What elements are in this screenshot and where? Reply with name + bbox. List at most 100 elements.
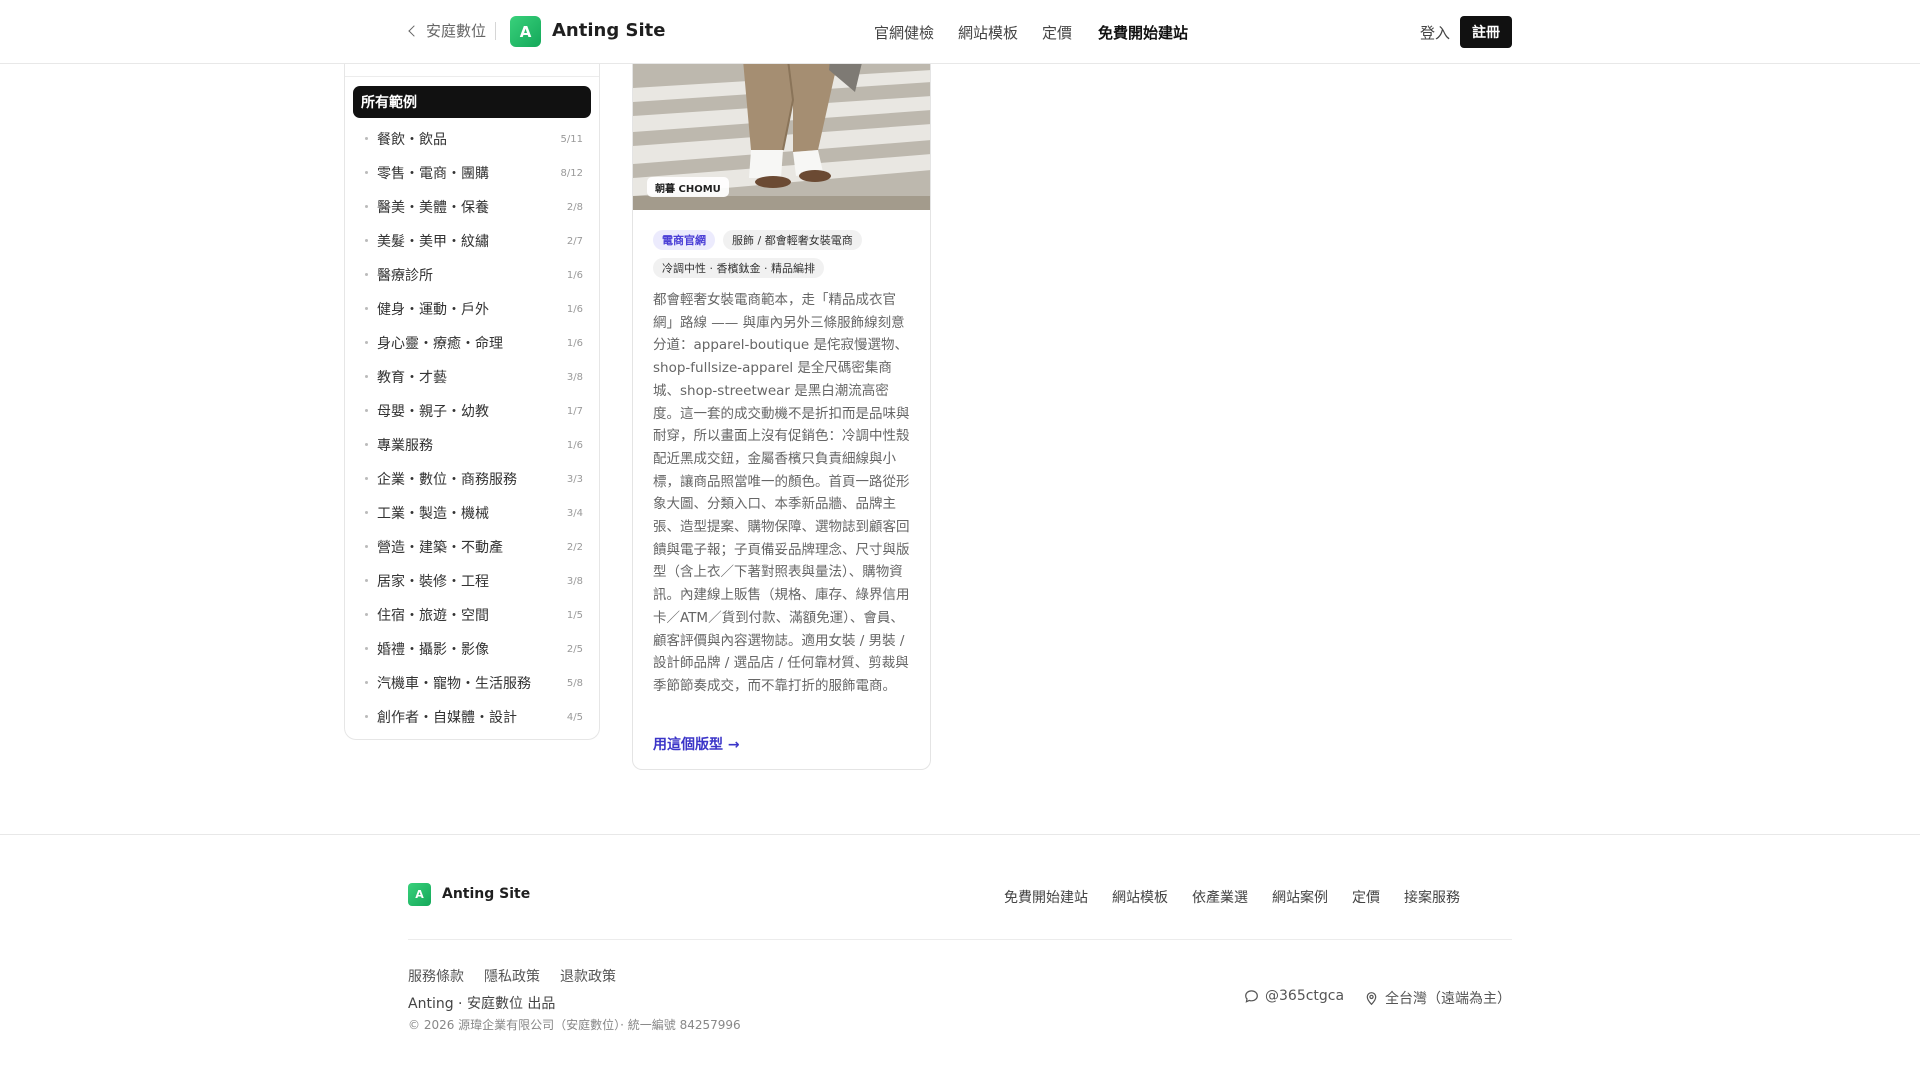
sidebar-item-count: 1/6 (566, 439, 583, 451)
footer-nav-by-industry[interactable]: 依產業選 (1192, 887, 1248, 907)
sidebar-divider (345, 76, 599, 77)
footer-copyright: © 2026 源瑋企業有限公司（安庭數位）· 統一編號 84257996 (408, 1018, 741, 1032)
sidebar-item-count: 1/6 (566, 337, 583, 349)
sidebar-item-count: 1/5 (566, 609, 583, 621)
nav-templates[interactable]: 網站模板 (958, 22, 1018, 43)
sidebar-item[interactable]: 企業・數位・商務服務 3/3 (345, 462, 599, 496)
sidebar-item-label: 餐飲・飲品 (377, 132, 447, 148)
bullet-dot-icon (365, 443, 368, 446)
back-link-label: 安庭數位 (426, 22, 487, 40)
bullet-dot-icon (365, 613, 368, 616)
sidebar-item[interactable]: 汽機車・寵物・生活服務 5/8 (345, 666, 599, 700)
footer-terms-link[interactable]: 服務條款 (408, 966, 464, 986)
sidebar-item[interactable]: 身心靈・療癒・命理 1/6 (345, 326, 599, 360)
sidebar-item-label: 營造・建築・不動產 (377, 540, 503, 556)
register-button[interactable]: 註冊 (1460, 16, 1512, 48)
sidebar-item-count: 1/6 (566, 269, 583, 281)
sidebar-item-label: 居家・裝修・工程 (377, 574, 489, 590)
sidebar-item[interactable]: 創作者・自媒體・設計 4/5 (345, 700, 599, 734)
header-separator (495, 22, 496, 40)
footer-privacy-link[interactable]: 隱私政策 (484, 966, 540, 986)
brand-name[interactable]: Anting Site (552, 20, 665, 41)
template-card[interactable]: 朝暮 CHOMU 電商官網 服飾 / 都會輕奢女裝電商 冷調中性 · 香檳鈦金 · … (632, 0, 931, 770)
footer-nav-templates[interactable]: 網站模板 (1112, 887, 1168, 907)
bullet-dot-icon (365, 477, 368, 480)
bullet-dot-icon (365, 579, 368, 582)
brand-tag-badge: 朝暮 CHOMU (647, 177, 729, 197)
footer-nav-cases[interactable]: 網站案例 (1272, 887, 1328, 907)
sidebar-item[interactable]: 專業服務 1/6 (345, 428, 599, 462)
sidebar-item-label: 汽機車・寵物・生活服務 (377, 676, 531, 692)
sidebar-item-count: 5/11 (560, 133, 583, 145)
footer-credit: Anting · 安庭數位 出品 (408, 996, 556, 1012)
footer-location-label: 全台灣（遠端為主） (1385, 991, 1511, 1007)
sidebar-item-count: 4/5 (566, 711, 583, 723)
sidebar-item[interactable]: 居家・裝修・工程 3/8 (345, 564, 599, 598)
sidebar-item-count: 2/7 (566, 235, 583, 247)
sidebar-item-count: 2/5 (566, 643, 583, 655)
sidebar-item-label: 住宿・旅遊・空間 (377, 608, 489, 624)
top-navbar: 安庭數位 A Anting Site 官網健檢 網站模板 定價 免費開始建站 登… (0, 0, 1920, 64)
chevron-left-icon (408, 24, 420, 37)
sidebar-item-count: 3/3 (566, 473, 583, 485)
footer-nav-services[interactable]: 接案服務 (1404, 887, 1460, 907)
sidebar-item[interactable]: 醫療診所 1/6 (345, 258, 599, 292)
nav-pricing[interactable]: 定價 (1042, 22, 1072, 43)
sidebar-item-count: 3/4 (566, 507, 583, 519)
sidebar-item-count: 8/12 (560, 167, 583, 179)
sidebar-item-all[interactable]: 所有範例 (353, 86, 591, 118)
bullet-dot-icon (365, 273, 368, 276)
sidebar-item[interactable]: 營造・建築・不動產 2/2 (345, 530, 599, 564)
template-description: 都會輕奢女裝電商範本，走「精品成衣官網」路線 —— 與庫內另外三條服飾線刻意分道… (653, 292, 910, 694)
sidebar-item-label: 婚禮・攝影・影像 (377, 642, 489, 658)
map-pin-icon (1366, 991, 1377, 1005)
sidebar-item[interactable]: 住宿・旅遊・空間 1/5 (345, 598, 599, 632)
sidebar-item-label: 專業服務 (377, 438, 433, 454)
footer-line-contact[interactable]: @365ctgca (1244, 988, 1344, 1004)
sidebar-item[interactable]: 零售・電商・團購 8/12 (345, 156, 599, 190)
footer-location: 全台灣（遠端為主） (1364, 988, 1511, 1008)
sidebar-item-count: 3/8 (566, 575, 583, 587)
chat-bubble-icon (1245, 989, 1258, 1003)
sidebar-item[interactable]: 餐飲・飲品 5/11 (345, 122, 599, 156)
footer-refund-link[interactable]: 退款政策 (560, 966, 616, 986)
footer-divider (408, 939, 1512, 940)
sidebar-item-label: 教育・才藝 (377, 370, 447, 386)
bullet-dot-icon (365, 545, 368, 548)
bullet-dot-icon (365, 341, 368, 344)
login-link[interactable]: 登入 (1420, 22, 1450, 43)
bullet-dot-icon (365, 409, 368, 412)
sidebar-item[interactable]: 健身・運動・戶外 1/6 (345, 292, 599, 326)
footer-top-border (0, 834, 1920, 835)
brand-logo-icon[interactable]: A (510, 16, 541, 47)
sidebar-item-count: 1/6 (566, 303, 583, 315)
bullet-dot-icon (365, 647, 368, 650)
sidebar-item[interactable]: 醫美・美體・保養 2/8 (345, 190, 599, 224)
use-template-link[interactable]: 用這個版型 → (653, 734, 740, 754)
footer-nav-pricing[interactable]: 定價 (1352, 887, 1380, 907)
sidebar-item-label: 美髮・美甲・紋繡 (377, 234, 489, 250)
sidebar-item-label: 工業・製造・機械 (377, 506, 489, 522)
footer-logo-icon[interactable]: A (408, 883, 431, 906)
sidebar-item-label: 母嬰・親子・幼教 (377, 404, 489, 420)
footer-brand-name[interactable]: Anting Site (442, 886, 530, 902)
bullet-dot-icon (365, 307, 368, 310)
bullet-dot-icon (365, 681, 368, 684)
nav-site-audit[interactable]: 官網健檢 (874, 22, 934, 43)
nav-start-free[interactable]: 免費開始建站 (1098, 22, 1188, 43)
category-tag: 電商官網 (653, 230, 715, 250)
sidebar-item[interactable]: 婚禮・攝影・影像 2/5 (345, 632, 599, 666)
sidebar-item-count: 2/8 (566, 201, 583, 213)
tag-chip: 服飾 / 都會輕奢女裝電商 (723, 230, 862, 250)
sidebar-item[interactable]: 工業・製造・機械 3/4 (345, 496, 599, 530)
back-link[interactable]: 安庭數位 (408, 20, 487, 41)
sidebar-item[interactable]: 教育・才藝 3/8 (345, 360, 599, 394)
sidebar-item-label: 醫美・美體・保養 (377, 200, 489, 216)
bullet-dot-icon (365, 239, 368, 242)
sidebar-item[interactable]: 母嬰・親子・幼教 1/7 (345, 394, 599, 428)
bullet-dot-icon (365, 511, 368, 514)
bullet-dot-icon (365, 171, 368, 174)
sidebar-item[interactable]: 美髮・美甲・紋繡 2/7 (345, 224, 599, 258)
footer-nav-start-free[interactable]: 免費開始建站 (1004, 887, 1088, 907)
sidebar-item-count: 2/2 (566, 541, 583, 553)
